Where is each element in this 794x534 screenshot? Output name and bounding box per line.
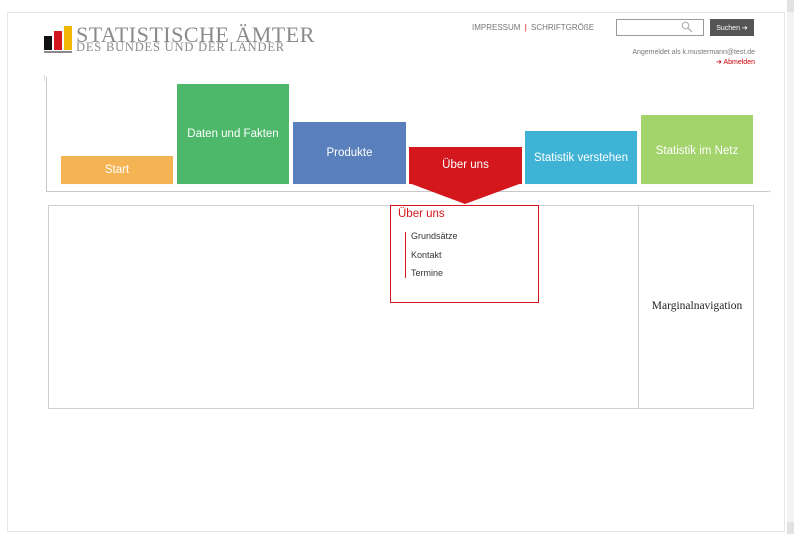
search-icon [681,21,693,33]
logo-bar-red [54,31,62,50]
nav-item-label: Statistik im Netz [655,145,739,157]
logo-bar-gold [64,26,72,50]
active-pointer-icon [409,183,522,204]
sidebar-divider [638,205,639,409]
submenu-item-kontakt[interactable]: Kontakt [411,250,442,260]
nav-item-statistik-im-netz[interactable]: Statistik im Netz [641,115,753,184]
marginal-navigation: Marginalnavigation [651,300,743,312]
nav-item-label: Daten und Fakten [187,128,279,140]
nav-item-label: Statistik verstehen [534,152,628,164]
logout-link[interactable]: ➔ Abmelden [690,58,755,66]
logo-subtitle: DES BUNDES UND DER LÄNDER [76,40,285,54]
nav-item-label: Produkte [326,147,373,159]
submenu-rule [405,232,406,278]
y-axis-arrow-icon: ↑ [42,73,47,84]
nav-x-axis [46,191,768,192]
nav-item-start[interactable]: Start [61,156,173,184]
submenu-item-termine[interactable]: Termine [411,268,443,278]
link-separator: | [524,23,527,32]
nav-item-produkte[interactable]: Produkte [293,122,406,184]
font-size-link[interactable]: SCHRIFTGRÖßE [531,23,594,32]
nav-item-label: Über uns [442,159,489,171]
scroll-up-arrow[interactable] [787,0,794,12]
vertical-scrollbar[interactable] [787,0,794,534]
impressum-link[interactable]: IMPRESSUM [472,23,520,32]
scroll-down-arrow[interactable] [787,522,794,534]
nav-item-daten-und-fakten[interactable]: Daten und Fakten [177,84,289,184]
nav-y-axis [46,77,47,192]
logo-underline [44,51,72,53]
x-axis-arrow-icon: → [762,184,773,196]
submenu-title[interactable]: Über uns [398,208,445,220]
top-links: IMPRESSUM | SCHRIFTGRÖßE [472,23,594,32]
search-button[interactable]: Suchen ➔ [710,19,754,36]
nav-item-label: Start [104,164,130,176]
submenu-item-grundsaetze[interactable]: Grundsätze [411,231,458,241]
nav-item-ueber-uns[interactable]: Über uns [409,147,522,184]
logo-bar-black [44,36,52,50]
login-info: Angemeldet als k.mustermann@test.de [632,49,755,56]
nav-item-statistik-verstehen[interactable]: Statistik verstehen [525,131,637,184]
